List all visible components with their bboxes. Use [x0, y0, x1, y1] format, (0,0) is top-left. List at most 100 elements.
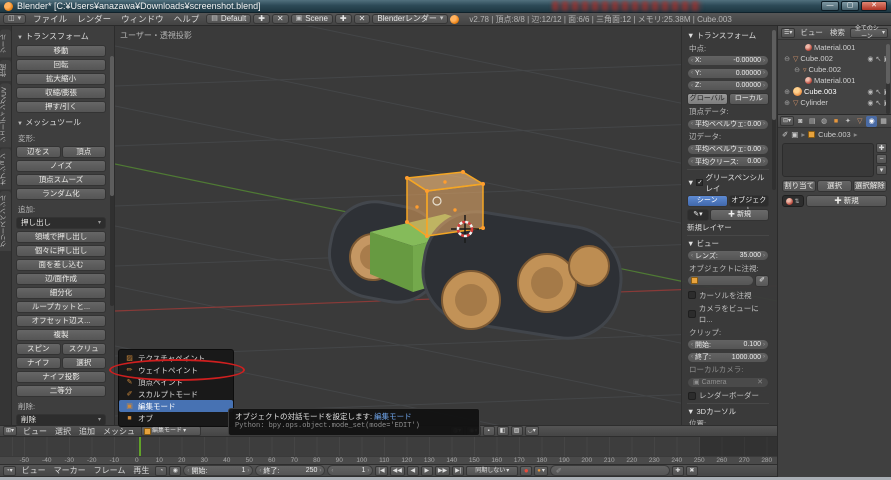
editor-type-button[interactable]: ◫▾	[3, 14, 26, 24]
screw-button[interactable]: スクリュ	[62, 343, 107, 355]
menu-item-texture-paint[interactable]: ▨テクスチャペイント	[119, 352, 233, 364]
gp-new-layer-button[interactable]: 新規レイヤー	[687, 222, 769, 233]
global-button[interactable]: グローバル	[687, 93, 728, 105]
scene-add-button[interactable]: ✚	[335, 14, 352, 24]
lock-camera-checkbox[interactable]: カメラをビューにロ...	[687, 302, 769, 325]
insert-keyframe-button[interactable]: ✚	[672, 466, 684, 476]
edge-slide-button[interactable]: 辺をス	[16, 146, 61, 158]
lock-object-field[interactable]	[687, 275, 754, 286]
slot-add-button[interactable]: ✚	[876, 143, 887, 153]
transform-tool-button[interactable]: 回転	[16, 59, 106, 71]
add-tool-button[interactable]: 細分化	[16, 287, 106, 299]
outliner-row-object[interactable]: ⊕▽Cylinder ◉↖▣	[779, 97, 890, 108]
layout-add-button[interactable]: ✚	[253, 14, 270, 24]
auto-keyframe-button[interactable]: ●	[520, 466, 532, 476]
selectable-icon[interactable]: ↖	[876, 99, 882, 107]
v3d-menu[interactable]: 追加	[75, 427, 99, 436]
use-preview-range-button[interactable]: ◔	[155, 466, 167, 476]
eyedropper-button[interactable]: ✐	[755, 275, 769, 287]
tab-render-icon[interactable]: ◙	[795, 116, 806, 127]
properties-editor-type-button[interactable]: ⊟▾	[780, 116, 794, 126]
timeline-editor-type-button[interactable]: ◔▾	[3, 466, 16, 476]
layout-delete-button[interactable]: ✕	[272, 14, 289, 24]
viewport-3d[interactable]: ユーザー・透視投影 ▼ トランスフォーム 中点: ‹X:-0.00000›‹Y:…	[115, 26, 777, 425]
toolshelf-tab[interactable]: グリースペンシル	[0, 191, 11, 251]
slot-remove-button[interactable]: −	[876, 154, 887, 164]
keying-set-field[interactable]: ✐	[550, 465, 670, 476]
select-mode-edge-button[interactable]: ◧	[497, 426, 509, 436]
tab-object-icon[interactable]: ■	[831, 116, 842, 127]
local-button[interactable]: ローカル	[729, 93, 770, 105]
v3d-menu[interactable]: 選択	[51, 427, 75, 436]
median-field[interactable]: ‹X:-0.00000›	[687, 55, 769, 66]
gp-object-tab[interactable]: オブジェクト	[729, 195, 770, 207]
render-border-checkbox[interactable]: レンダーボーダー	[687, 389, 769, 401]
minimize-button[interactable]: —	[821, 1, 839, 11]
np-view-header[interactable]: ▼ ビュー	[687, 235, 769, 249]
breadcrumb-object-name[interactable]: Cube.003	[818, 130, 851, 139]
np-cursor-header[interactable]: ▼ 3Dカーソル	[687, 403, 769, 417]
tab-texture-icon[interactable]: ▦	[878, 116, 889, 127]
deform-tool-button[interactable]: 頂点スムーズ	[16, 174, 106, 186]
jump-to-end-button[interactable]: ▶|	[452, 466, 464, 476]
material-new-button[interactable]: ✚ 新規	[806, 195, 887, 207]
np-transform-header[interactable]: ▼ トランスフォーム	[687, 28, 769, 41]
snap-button[interactable]: ◡▾	[525, 426, 539, 436]
visibility-icon[interactable]: ◉	[867, 88, 873, 96]
outliner-row-object-active[interactable]: ⊕Cube.003 ◉↖▣	[779, 86, 890, 97]
jump-to-start-button[interactable]: |◀	[375, 466, 387, 476]
topbar-menu[interactable]: ヘルプ	[169, 14, 205, 24]
toolshelf-tab[interactable]: オプション	[0, 149, 11, 190]
transform-tool-button[interactable]: 押す/引く	[16, 101, 106, 113]
timeline-ruler[interactable]: -50-40-30-20-100102030405060708090100110…	[0, 456, 777, 464]
add-tool-button[interactable]: 複製	[16, 329, 106, 341]
slot-specials-button[interactable]: ▾	[876, 165, 887, 175]
add-tool-button[interactable]: 二等分	[16, 385, 106, 397]
v3d-menu[interactable]: メッシュ	[99, 427, 139, 436]
menu-item-sculpt-mode[interactable]: ✐スカルプトモード	[119, 388, 233, 400]
extrude-menu-button[interactable]: 押し出し▾	[16, 217, 106, 229]
menu-item-object-mode[interactable]: ■オブ	[119, 412, 233, 424]
outliner-scrollbar[interactable]	[886, 44, 890, 114]
menu-item-weight-paint[interactable]: ✏ウェイトペイント	[119, 364, 233, 376]
delete-keyframe-button[interactable]: ✖	[686, 466, 698, 476]
median-field[interactable]: ‹Z:0.00000›	[687, 80, 769, 91]
add-tool-button[interactable]: オフセット辺ス...	[16, 315, 106, 327]
prev-keyframe-button[interactable]: ◀◀	[390, 466, 405, 476]
clip-start-field[interactable]: ‹開始:0.100›	[687, 339, 769, 350]
sync-dropdown[interactable]: 同期しない ▾	[466, 466, 518, 476]
topbar-menu[interactable]: レンダー	[72, 14, 116, 24]
current-frame-field[interactable]: ‹1›	[327, 465, 373, 476]
outliner-search-menu[interactable]: 検索	[828, 27, 847, 38]
menu-item-edit-mode[interactable]: ▣編集モード	[119, 400, 233, 412]
spin-button[interactable]: スピン	[16, 343, 61, 355]
outliner-view-menu[interactable]: ビュー	[798, 27, 825, 38]
play-reverse-button[interactable]: ◀	[407, 466, 419, 476]
transform-tool-button[interactable]: 移動	[16, 45, 106, 57]
topbar-menu[interactable]: ファイル	[28, 14, 72, 24]
vertex-bevel-field[interactable]: ‹平均ベベルウェ:0.00›	[687, 119, 769, 130]
layout-selector[interactable]: ▤Default	[206, 14, 251, 24]
knife-select-button[interactable]: 選択	[62, 357, 107, 369]
frame-end-field[interactable]: ‹終了:250›	[255, 465, 325, 476]
transform-tool-button[interactable]: 収縮/膨張	[16, 87, 106, 99]
keying-mode-dropdown[interactable]: ●▾	[534, 466, 548, 476]
render-engine-selector[interactable]: Blenderレンダー▾	[372, 14, 448, 24]
local-camera-field[interactable]: ▣Camera✕	[687, 377, 769, 388]
clip-end-field[interactable]: ‹終了:1000.000›	[687, 352, 769, 363]
transform-tool-button[interactable]: 拡大縮小	[16, 73, 106, 85]
mode-dropdown[interactable]: 編集モード▾	[141, 426, 201, 436]
current-frame-marker[interactable]	[139, 437, 141, 456]
add-tool-button[interactable]: 面を差し込む	[16, 259, 106, 271]
tab-material-icon[interactable]: ◉	[866, 116, 877, 127]
np-gpencil-header[interactable]: ▼ ✓ グリースペンシルレイ	[687, 169, 769, 194]
npanel-scrollbar[interactable]	[772, 30, 776, 190]
tab-data-icon[interactable]: ▽	[854, 116, 865, 127]
tab-modifiers-icon[interactable]: ✦	[842, 116, 853, 127]
wheel-right-3[interactable]	[569, 246, 609, 286]
panel-transform-header[interactable]: ▼ トランスフォーム	[16, 29, 106, 43]
lock-frame-button[interactable]: ◉	[169, 466, 181, 476]
deselect-button[interactable]: 選択解除	[853, 180, 887, 192]
add-tool-button[interactable]: 辺/面作成	[16, 273, 106, 285]
outliner-row-material[interactable]: Material.001	[779, 42, 890, 53]
